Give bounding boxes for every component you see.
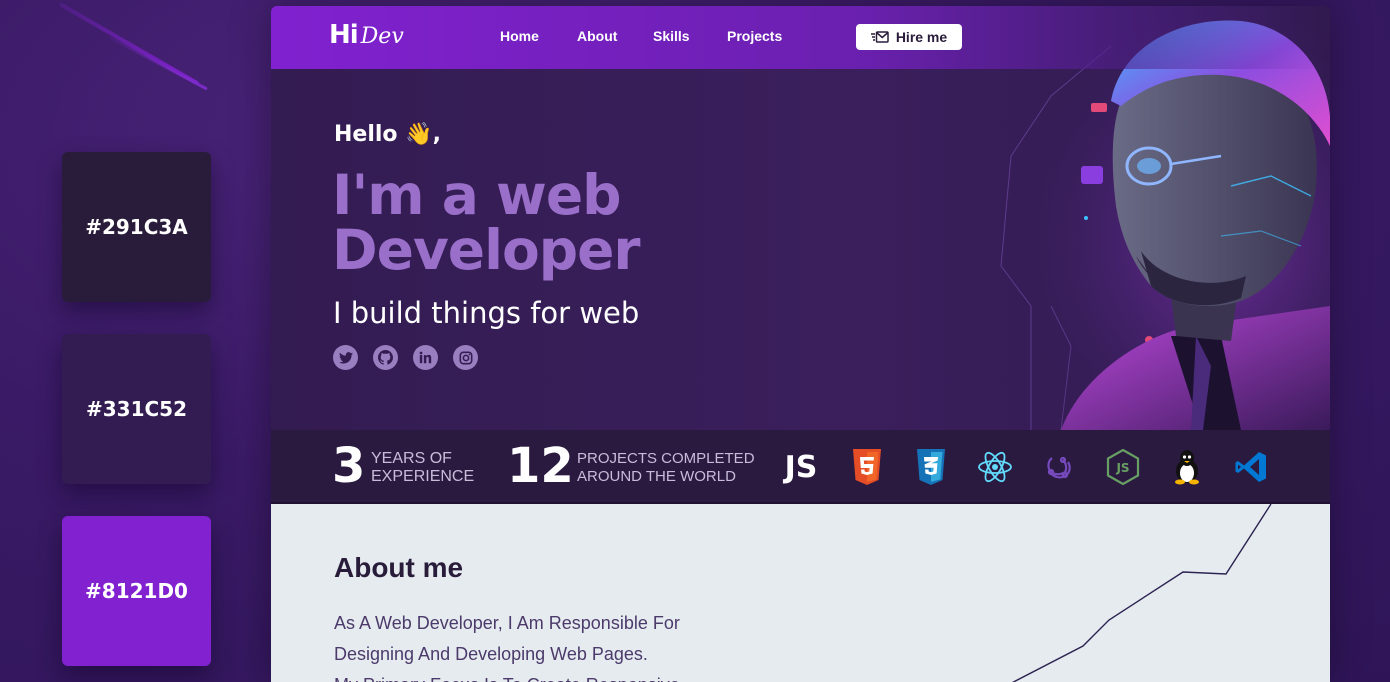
years-value: 3: [332, 438, 366, 494]
hire-me-button[interactable]: Hire me: [856, 24, 962, 50]
hero-headline: I'm a web Developer: [332, 168, 752, 278]
navbar: Hi Dev Home About Skills Projects Hire m…: [271, 6, 1330, 69]
vscode-icon: [1232, 448, 1270, 486]
projects-label: PROJECTS COMPLETED AROUND THE WORLD: [577, 450, 755, 486]
projects-label-line: AROUND THE WORLD: [577, 468, 736, 485]
react-icon: [976, 448, 1014, 486]
site-logo[interactable]: Hi Dev: [329, 20, 404, 50]
years-label-line: YEARS OF: [371, 450, 452, 467]
about-line: As A Web Developer, I Am Responsible For: [334, 613, 680, 633]
stats-bar: 3 YEARS OF EXPERIENCE 12 PROJECTS COMPLE…: [271, 430, 1330, 504]
color-swatch-accent: #8121D0: [62, 516, 211, 666]
years-label: YEARS OF EXPERIENCE: [371, 450, 474, 486]
javascript-icon: JS: [782, 448, 820, 486]
hero-tagline: I build things for web: [333, 296, 640, 330]
css3-icon: [912, 448, 950, 486]
about-title: About me: [334, 552, 464, 583]
about-line: My Primary Focus Is To Create Responsive: [334, 670, 714, 682]
swatch-label: #291C3A: [85, 215, 188, 239]
mail-icon: [870, 31, 889, 43]
about-line: Designing And Developing Web Pages.: [334, 644, 648, 664]
social-links: [333, 345, 478, 370]
hero-headline-line: Developer: [332, 218, 641, 282]
nav-link-home[interactable]: Home: [500, 28, 539, 44]
html5-icon: [848, 448, 886, 486]
logo-sub: Dev: [360, 24, 404, 49]
color-swatch-dark: #291C3A: [62, 152, 211, 302]
years-label-line: EXPERIENCE: [371, 468, 475, 485]
swatch-label: #8121D0: [85, 579, 188, 603]
swatch-label: #331C52: [85, 397, 187, 421]
javascript-label: JS: [784, 449, 818, 485]
logo-mark: Hi: [329, 20, 359, 50]
hero-greeting: Hello 👋,: [334, 122, 441, 147]
nav-link-about[interactable]: About: [577, 28, 617, 44]
about-text: As A Web Developer, I Am Responsible For…: [334, 608, 714, 682]
decorative-streak: [109, 36, 208, 91]
website-mockup: Hello 👋, I'm a web Developer I build thi…: [271, 6, 1330, 682]
color-swatch-medium: #331C52: [62, 334, 211, 484]
about-section: About me As A Web Developer, I Am Respon…: [271, 504, 1330, 682]
projects-value: 12: [507, 438, 574, 494]
redux-icon: [1040, 448, 1078, 486]
svg-text:JS: JS: [1115, 461, 1129, 475]
instagram-icon[interactable]: [453, 345, 478, 370]
hire-me-label: Hire me: [895, 29, 948, 45]
hero-headline-line: I'm a web: [332, 163, 622, 227]
github-icon[interactable]: [373, 345, 398, 370]
nodejs-icon: JS: [1104, 448, 1142, 486]
developer-portrait-illustration: [971, 6, 1330, 430]
nav-link-skills[interactable]: Skills: [653, 28, 690, 44]
twitter-icon[interactable]: [333, 345, 358, 370]
decorative-growth-line: [1011, 504, 1272, 682]
linkedin-icon[interactable]: [413, 345, 438, 370]
nav-link-projects[interactable]: Projects: [727, 28, 782, 44]
linux-icon: [1168, 448, 1206, 486]
projects-label-line: PROJECTS COMPLETED: [577, 450, 755, 467]
hero-section: Hello 👋, I'm a web Developer I build thi…: [271, 6, 1330, 430]
